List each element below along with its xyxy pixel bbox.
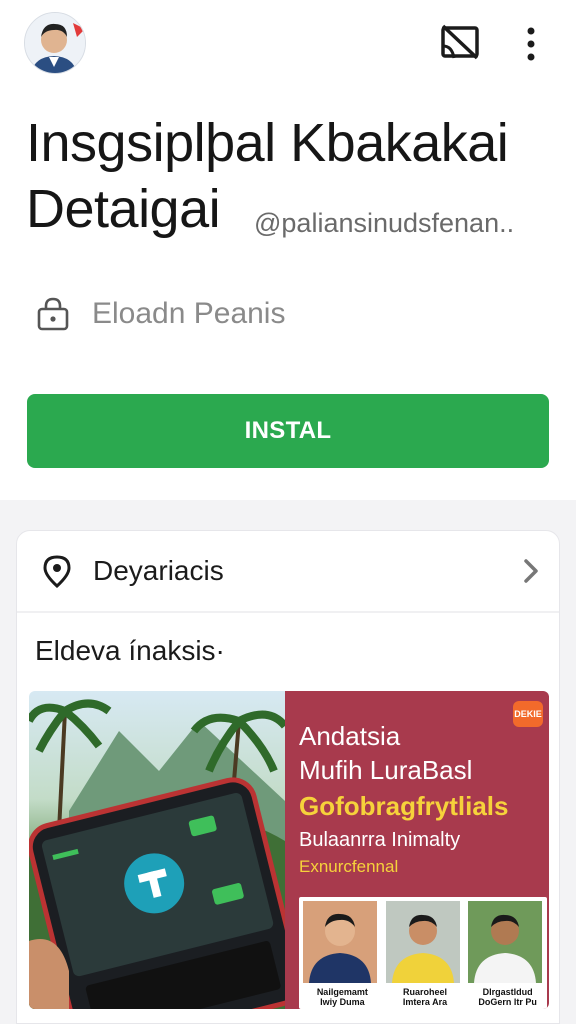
promo-line1: Andatsia [299, 721, 401, 751]
person-card: Nailgemamt Iwiy Duma [299, 897, 382, 1009]
promo-banner[interactable]: DEKIE Andatsia Mufih LuraBasl Gofobragfr… [29, 691, 549, 1009]
avatar[interactable] [24, 12, 86, 74]
app-header-area: Insgsiplþal Kbakakai Detaigai @paliansin… [0, 0, 576, 500]
person-photo [303, 901, 378, 983]
promo-line3: Gofobragfrytlials [299, 791, 509, 821]
promo-line2: Mufih LuraBasl [299, 755, 473, 785]
brand-badge: DEKIE [513, 701, 543, 727]
person-card: Ruaroheel Imtera Ara [382, 897, 465, 1009]
lock-icon [37, 297, 69, 331]
install-button[interactable]: INSTAL [27, 394, 549, 468]
card-header-label: Deyariacis [93, 555, 224, 586]
chevron-right-icon[interactable] [519, 555, 543, 587]
cast-off-icon[interactable] [440, 24, 480, 62]
person-caption: Dlrgastldud DoGern ltr Pu [478, 987, 537, 1007]
details-card: Deyariacis Eldeva ínaksis· DEKIE Andatsi… [16, 530, 560, 1024]
app-title-line1: Insgsiplþal Kbakakai [26, 113, 509, 173]
lock-label: Eloadn Peanis [92, 297, 286, 330]
person-photo [385, 901, 461, 983]
phone-scene-image [29, 691, 303, 1009]
person-card: Dlrgastldud DoGern ltr Pu [464, 897, 547, 1009]
location-pin-icon [43, 555, 71, 589]
person-caption: Ruaroheel Imtera Ara [402, 987, 448, 1007]
people-strip: Nailgemamt Iwiy Duma Ruaroheel Imtera Ar… [299, 897, 547, 1009]
card-header-row[interactable]: Deyariacis [17, 531, 559, 611]
section-title: Eldeva ínaksis· [35, 635, 225, 666]
promo-line4: Bulaanrra Inimalty [299, 829, 461, 851]
divider [17, 611, 559, 613]
lock-row: Eloadn Peanis [34, 294, 285, 334]
developer-handle[interactable]: @paliansinudsfenan.. [254, 208, 514, 239]
person-caption: Nailgemamt Iwiy Duma [316, 987, 368, 1007]
promo-line5: Exnurcfennal [299, 857, 399, 876]
more-vert-icon[interactable] [518, 26, 544, 62]
person-photo [468, 901, 543, 983]
